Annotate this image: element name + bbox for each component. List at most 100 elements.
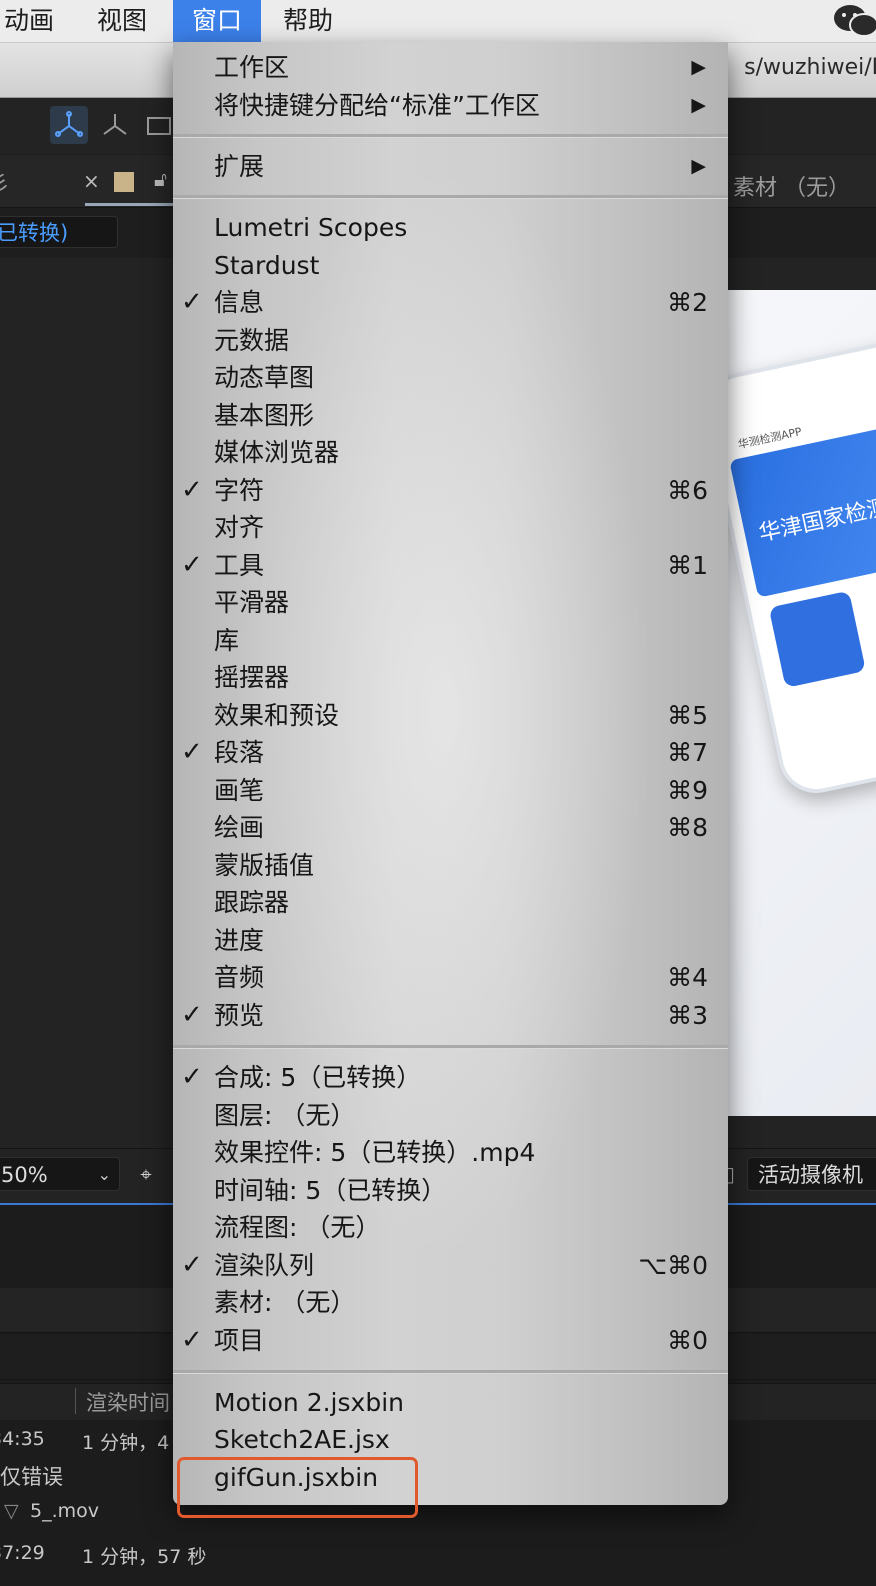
menu-help[interactable]: 帮助	[283, 0, 333, 42]
render-row2-time: 37:29	[0, 1542, 45, 1564]
menu-item-panel-1[interactable]: Stardust	[173, 247, 728, 284]
menu-item-panel-3[interactable]: 元数据	[173, 322, 728, 359]
axis-local-tool-icon[interactable]	[50, 106, 88, 144]
menu-item-shortcut: ⌘6	[667, 475, 708, 505]
menu-bar: 动画 视图 窗口 帮助	[0, 0, 876, 43]
menu-item-panel-6[interactable]: 媒体浏览器	[173, 434, 728, 471]
menu-item-extensions[interactable]: 扩展 ▶	[173, 148, 728, 185]
menu-item-label: 段落	[214, 738, 265, 767]
menu-item-panel-8[interactable]: 对齐	[173, 509, 728, 546]
menu-item-label: 元数据	[214, 325, 290, 355]
camera-select[interactable]: 活动摄像机	[747, 1157, 876, 1191]
column-separator	[75, 1388, 76, 1414]
menu-item-script-sketch2ae[interactable]: Sketch2AE.jsx	[173, 1421, 728, 1458]
menu-item-label: 工具	[214, 550, 265, 580]
menu-item-label: 绘画	[214, 813, 265, 842]
menu-item-script-motion[interactable]: Motion 2.jsxbin	[173, 1384, 728, 1421]
menu-item-label: 摇摆器	[214, 663, 290, 692]
zoom-select[interactable]: 50% ⌄	[0, 1157, 120, 1191]
menu-separator	[173, 1045, 728, 1049]
render-output-file[interactable]: 5_.mov	[30, 1500, 99, 1522]
menu-item-shortcut: ⌘2	[667, 288, 708, 317]
menu-item-panel-19[interactable]: 进度	[173, 922, 728, 959]
menu-window[interactable]: 窗口	[173, 0, 262, 42]
menu-item-label: 跟踪器	[214, 888, 290, 917]
menu-item-panel-15[interactable]: 画笔 ⌘9	[173, 772, 728, 809]
menu-animation[interactable]: 动画	[4, 0, 54, 42]
chevron-down-icon: ⌄	[97, 1165, 111, 1184]
disclosure-triangle-icon[interactable]: ▽	[4, 1500, 19, 1522]
render-log-select[interactable]: 仅错误	[0, 1461, 63, 1491]
checkmark-icon: ✓	[181, 737, 203, 767]
phone-mockup: 华测检测APP 华津国家检测中	[728, 331, 876, 801]
composition-dropdown[interactable]: 已转换)	[0, 216, 118, 248]
zoom-value: 50%	[1, 1163, 48, 1187]
checkmark-icon: ✓	[181, 999, 203, 1030]
menu-item-panel-18[interactable]: 跟踪器	[173, 884, 728, 921]
menu-item-panel-4[interactable]: 动态草图	[173, 359, 728, 396]
active-tab-indicator	[85, 203, 175, 206]
menu-item-panel-13[interactable]: 效果和预设 ⌘5	[173, 697, 728, 734]
menu-item-window-6[interactable]: 素材: （无）	[173, 1284, 728, 1321]
menu-item-assign-shortcuts[interactable]: 将快捷键分配给“标准”工作区 ▶	[173, 87, 728, 124]
menu-item-window-2[interactable]: 效果控件: 5（已转换）.mp4	[173, 1134, 728, 1171]
menu-item-panel-14[interactable]: ✓ 段落 ⌘7	[173, 734, 728, 771]
region-of-interest-icon[interactable]: ⌖	[128, 1157, 164, 1191]
menu-item-panel-20[interactable]: 音频 ⌘4	[173, 959, 728, 996]
menu-item-workspace[interactable]: 工作区 ▶	[173, 49, 728, 86]
viewer-preview-image: 华测检测APP 华津国家检测中	[728, 290, 876, 1116]
menu-item-label: 预览	[214, 1000, 265, 1030]
menu-item-window-1[interactable]: 图层: （无）	[173, 1097, 728, 1134]
render-time-column[interactable]: 渲染时间	[86, 1387, 170, 1417]
close-tab-icon[interactable]: ×	[83, 169, 100, 193]
menu-item-panel-11[interactable]: 库	[173, 622, 728, 659]
menu-item-shortcut: ⌘3	[667, 1000, 708, 1030]
checkmark-icon: ✓	[181, 1324, 203, 1355]
checkmark-icon: ✓	[181, 549, 203, 580]
menu-item-panel-12[interactable]: 摇摆器	[173, 659, 728, 696]
menu-view[interactable]: 视图	[97, 0, 147, 42]
wechat-icon[interactable]	[832, 2, 876, 44]
menu-item-panel-5[interactable]: 基本图形	[173, 397, 728, 434]
submenu-arrow-icon: ▶	[691, 94, 706, 116]
menu-item-window-4[interactable]: 流程图: （无）	[173, 1209, 728, 1246]
menu-item-label: 库	[214, 625, 240, 655]
menu-item-panel-9[interactable]: ✓ 工具 ⌘1	[173, 547, 728, 584]
menu-item-window-5[interactable]: ✓ 渲染队列 ⌥⌘0	[173, 1247, 728, 1284]
lock-icon[interactable]: 🔓︎	[154, 167, 167, 191]
annotation-highlight-box	[177, 1457, 418, 1518]
menu-item-label: 素材: （无）	[214, 1288, 356, 1317]
menu-item-shortcut: ⌥⌘0	[638, 1250, 708, 1280]
menu-item-label: Stardust	[214, 250, 320, 280]
menu-item-label: Sketch2AE.jsx	[214, 1425, 390, 1454]
menu-item-panel-16[interactable]: 绘画 ⌘8	[173, 809, 728, 846]
menu-item-shortcut: ⌘4	[667, 963, 708, 992]
menu-item-window-7[interactable]: ✓ 项目 ⌘0	[173, 1322, 728, 1359]
path-text: s/wuzhiwei/Li	[744, 55, 876, 80]
menu-item-label: Motion 2.jsxbin	[214, 1388, 404, 1417]
menu-item-panel-21[interactable]: ✓ 预览 ⌘3	[173, 997, 728, 1034]
menu-item-label: 媒体浏览器	[214, 438, 340, 467]
menu-item-window-3[interactable]: 时间轴: 5（已转换）	[173, 1172, 728, 1209]
render-row1-duration: 1 分钟，4	[82, 1432, 170, 1454]
menu-item-panel-17[interactable]: 蒙版插值	[173, 847, 728, 884]
menu-item-label: 画笔	[214, 775, 265, 805]
menu-item-shortcut: ⌘5	[667, 700, 708, 730]
menu-item-panel-7[interactable]: ✓ 字符 ⌘6	[173, 472, 728, 509]
menu-item-label: 效果控件: 5（已转换）.mp4	[214, 1138, 536, 1167]
menu-item-panel-2[interactable]: ✓ 信息 ⌘2	[173, 284, 728, 321]
menu-item-window-0[interactable]: ✓ 合成: 5（已转换）	[173, 1059, 728, 1096]
menu-item-label: 平滑器	[214, 588, 290, 617]
menu-item-shortcut: ⌘9	[667, 775, 708, 805]
menu-separator	[173, 134, 728, 138]
menu-item-label: 动态草图	[214, 363, 315, 392]
menu-item-panel-0[interactable]: Lumetri Scopes	[173, 209, 728, 246]
menu-item-label: 蒙版插值	[214, 850, 315, 880]
menu-item-label: 基本图形	[214, 400, 315, 430]
menu-item-shortcut: ⌘8	[667, 813, 708, 842]
axis-world-tool-icon[interactable]	[96, 106, 134, 144]
menu-item-shortcut: ⌘7	[667, 738, 708, 767]
submenu-arrow-icon: ▶	[691, 56, 706, 78]
footage-panel-tab[interactable]: 素材 （无）	[733, 170, 850, 202]
menu-item-panel-10[interactable]: 平滑器	[173, 584, 728, 621]
